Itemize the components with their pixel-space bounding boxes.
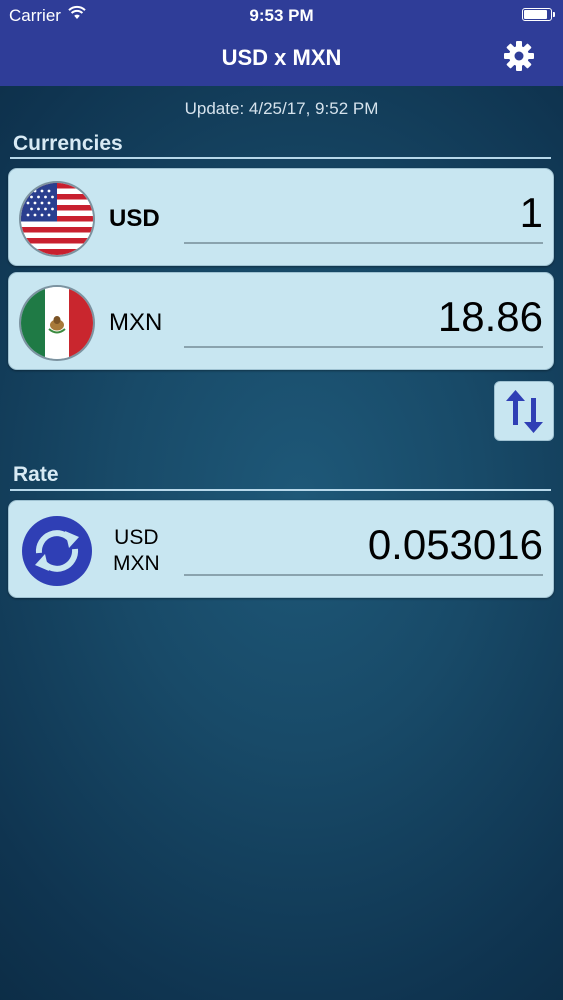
- page-title: USD x MXN: [221, 45, 342, 70]
- status-bar: Carrier 9:53 PM: [0, 0, 563, 30]
- input-underline: [184, 346, 543, 348]
- rate-pair: USD MXN: [113, 525, 160, 577]
- gear-icon[interactable]: [503, 40, 535, 72]
- battery-level: [524, 10, 547, 19]
- currency-code: MXN: [109, 309, 163, 336]
- us-flag-icon: [21, 183, 93, 255]
- section-divider: [10, 489, 551, 491]
- rate-section-title: Rate: [13, 463, 59, 486]
- currencies-section-title: Currencies: [13, 132, 123, 155]
- rate-from-code: USD: [114, 526, 159, 549]
- swap-currencies-button[interactable]: [494, 381, 554, 441]
- nav-bar: USD x MXN: [0, 30, 563, 86]
- refresh-icon[interactable]: [21, 515, 93, 587]
- currency-code: USD: [109, 205, 160, 232]
- battery-icon: [522, 8, 555, 21]
- currency-value-input[interactable]: 18.86: [438, 293, 543, 341]
- rate-value: 0.053016: [367, 521, 543, 568]
- swap-arrows-icon: [506, 390, 543, 433]
- mexico-flag-icon: [21, 287, 93, 359]
- input-underline: [184, 242, 543, 244]
- currency-row-mxn[interactable]: MXN 18.86: [8, 272, 554, 370]
- currency-value-input[interactable]: 1: [520, 189, 543, 237]
- section-divider: [10, 157, 551, 159]
- currency-row-usd[interactable]: USD 1: [8, 168, 554, 266]
- input-underline: [184, 574, 543, 576]
- rate-to-code: MXN: [113, 552, 160, 575]
- update-timestamp: Update: 4/25/17, 9:52 PM: [184, 99, 379, 118]
- status-time: 9:53 PM: [249, 6, 314, 25]
- rate-row: USD MXN 0.053016: [8, 500, 554, 598]
